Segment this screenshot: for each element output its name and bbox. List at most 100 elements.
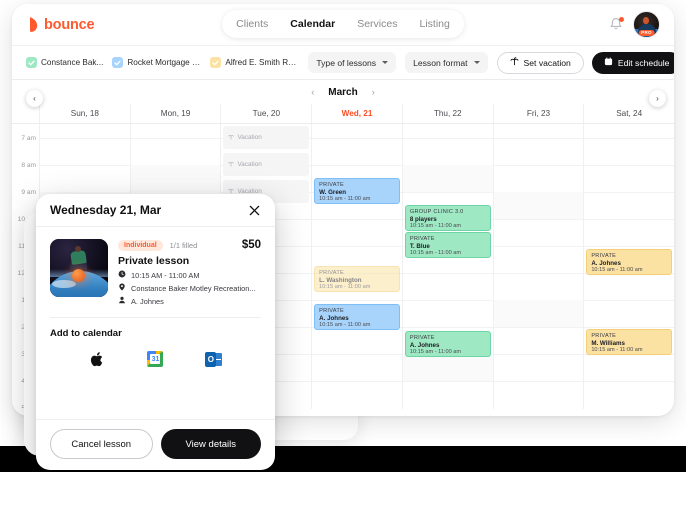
vacation-block[interactable]: Vacation — [223, 126, 310, 149]
day-column-thu-22[interactable]: GROUP CLINIC 3.0 8 players 10:15 am - 11… — [401, 124, 493, 409]
select-lesson-format[interactable]: Lesson format — [405, 52, 488, 73]
day-column-sat-24[interactable]: PRIVATE A. Johnes 10:15 am - 11:00 am PR… — [583, 124, 674, 409]
event-time: 10:15 am - 11:00 am — [319, 322, 371, 329]
filter-bar-actions: Set vacation Edit schedule — [496, 51, 674, 74]
select-type-of-lessons[interactable]: Type of lessons — [308, 52, 397, 73]
google-calendar-icon[interactable]: 31 — [146, 350, 164, 368]
next-month-button[interactable]: › — [372, 87, 375, 97]
event-kind: GROUP CLINIC 3.0 — [409, 209, 464, 215]
event-time: 10:15 am - 11:00 am — [409, 223, 462, 230]
next-week-button[interactable]: › — [649, 90, 666, 107]
month-navigation: ‹ March › — [12, 80, 674, 104]
event-name: T. Blue — [409, 242, 430, 250]
nav-item-services[interactable]: Services — [357, 18, 397, 30]
palm-tree-icon — [228, 134, 235, 142]
month-label: March — [328, 86, 358, 98]
pin-icon — [118, 283, 126, 293]
filter-checkbox-alfred[interactable]: Alfred E. Smith Rec... — [210, 57, 299, 68]
day-column-fri-23[interactable] — [492, 124, 584, 409]
close-icon[interactable] — [247, 203, 261, 217]
lesson-person-row: A. Johnes — [118, 296, 261, 306]
lesson-detail-modal: Wednesday 21, Mar Individual 1/1 filled … — [36, 194, 275, 470]
palm-tree-icon — [510, 57, 519, 68]
lesson-time: 10:15 AM - 11:00 AM — [131, 270, 200, 280]
nav-item-clients[interactable]: Clients — [236, 18, 268, 30]
event-name: A. Johnes — [591, 259, 621, 267]
outlook-calendar-icon[interactable]: O — [205, 350, 223, 368]
prev-month-button[interactable]: ‹ — [311, 87, 314, 97]
filter-checkbox-rocket[interactable]: Rocket Mortgage F... — [112, 57, 201, 68]
set-vacation-button[interactable]: Set vacation — [496, 51, 584, 74]
calendar-day-header: Sun, 18 Mon, 19 Tue, 20 Wed, 21 Thu, 22 … — [12, 104, 674, 124]
calendar-event[interactable]: PRIVATE T. Blue 10:15 am - 11:00 am — [404, 232, 491, 258]
avatar[interactable]: PRO — [633, 11, 660, 38]
event-name: 8 players — [409, 215, 437, 223]
hour-label-8am: 8 am — [21, 162, 36, 169]
add-to-calendar-title: Add to calendar — [50, 328, 122, 339]
filter-label-constance: Constance Bak... — [41, 58, 104, 67]
bell-icon[interactable] — [609, 16, 624, 33]
filter-label-alfred: Alfred E. Smith Rec... — [225, 58, 300, 67]
nav-item-listing[interactable]: Listing — [419, 18, 449, 30]
lesson-type-badge: Individual — [118, 239, 163, 251]
screenshot-root: bounce Clients Calendar Services Listing — [0, 0, 686, 520]
calendar-event[interactable]: GROUP CLINIC 3.0 8 players 10:15 am - 11… — [404, 205, 491, 231]
day-header-mon-19[interactable]: Mon, 19 — [129, 104, 221, 123]
select-lesson-format-label: Lesson format — [413, 57, 468, 68]
calendar-event[interactable]: PRIVATE W. Green 10:15 am - 11:00 am — [314, 178, 400, 204]
calendar-event[interactable]: PRIVATE M. Williams 10:15 am - 11:00 am — [586, 329, 673, 355]
day-header-thu-22[interactable]: Thu, 22 — [401, 104, 493, 123]
day-header-sun-18[interactable]: Sun, 18 — [39, 104, 130, 123]
lesson-filled: 1/1 filled — [169, 240, 198, 250]
view-details-button[interactable]: View details — [160, 429, 261, 459]
calendar-event[interactable]: PRIVATE A. Johnes 10:15 am - 11:00 am — [586, 249, 673, 275]
calendar-event[interactable]: PRIVATE L. Washington 10:15 am - 11:00 a… — [314, 266, 400, 292]
event-kind: PRIVATE — [591, 333, 617, 339]
event-time: 10:15 am - 11:00 am — [409, 250, 462, 257]
modal-divider — [50, 317, 261, 318]
set-vacation-label: Set vacation — [523, 57, 571, 68]
event-time: 10:15 am - 11:00 am — [409, 349, 462, 356]
event-kind: PRIVATE — [319, 270, 345, 276]
calendar-event[interactable]: PRIVATE A. Johnes 10:15 am - 11:00 am — [314, 304, 400, 330]
lesson-thumbnail — [50, 239, 108, 297]
event-kind: PRIVATE — [409, 236, 435, 242]
day-header-wed-21[interactable]: Wed, 21 — [311, 104, 402, 123]
filter-checkbox-constance[interactable]: Constance Bak... — [26, 57, 103, 68]
page-bottom-white-edge — [0, 472, 686, 520]
checkbox-checked-icon — [112, 57, 124, 68]
vacation-label: Vacation — [237, 134, 262, 141]
nav-item-calendar[interactable]: Calendar — [290, 18, 335, 30]
calendar-app-list: 31 O — [50, 350, 261, 368]
edit-schedule-button[interactable]: Edit schedule — [591, 51, 674, 74]
event-name: A. Johnes — [319, 314, 349, 322]
select-type-of-lessons-label: Type of lessons — [316, 57, 377, 68]
person-icon — [118, 296, 126, 306]
day-header-tue-20[interactable]: Tue, 20 — [220, 104, 311, 123]
modal-body: Individual 1/1 filled $50 Private lesson — [36, 227, 275, 419]
day-header-sat-24[interactable]: Sat, 24 — [583, 104, 674, 123]
lesson-location: Constance Baker Motley Recreation... — [131, 283, 256, 293]
event-time: 10:15 am - 11:00 am — [591, 267, 643, 274]
bounce-flame-icon — [28, 16, 39, 33]
lesson-location-row: Constance Baker Motley Recreation... — [118, 283, 261, 293]
prev-week-button[interactable]: ‹ — [26, 90, 43, 107]
lesson-person: A. Johnes — [131, 296, 164, 306]
event-time: 10:15 am - 11:00 am — [319, 284, 371, 291]
apple-calendar-icon[interactable] — [88, 350, 106, 368]
vacation-block[interactable]: Vacation — [223, 153, 310, 176]
event-kind: PRIVATE — [591, 253, 617, 259]
day-column-wed-21[interactable]: PRIVATE W. Green 10:15 am - 11:00 am PRI… — [311, 124, 402, 409]
vacation-label: Vacation — [237, 161, 262, 168]
edit-schedule-label: Edit schedule — [617, 57, 670, 68]
calendar-event[interactable]: PRIVATE A. Johnes 10:15 am - 11:00 am — [404, 331, 491, 357]
lesson-name: Private lesson — [118, 255, 190, 267]
brand-logo[interactable]: bounce — [28, 16, 95, 33]
hour-label-9am: 9 am — [21, 189, 36, 196]
avatar-head — [643, 17, 649, 24]
event-name: M. Williams — [591, 339, 625, 347]
filter-label-rocket: Rocket Mortgage F... — [127, 58, 202, 67]
day-header-fri-23[interactable]: Fri, 23 — [492, 104, 584, 123]
cancel-lesson-button[interactable]: Cancel lesson — [50, 429, 153, 459]
event-time: 10:15 am - 11:00 am — [591, 347, 643, 354]
